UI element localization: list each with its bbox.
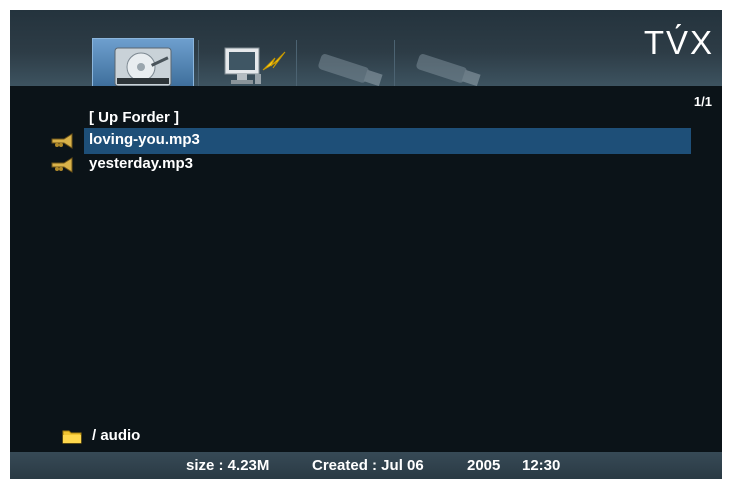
hdd-icon [114, 47, 172, 86]
brand-logo: TV́X [643, 24, 714, 61]
created-year: 2005 [467, 457, 501, 474]
file-item[interactable]: yesterday.mp3 [10, 152, 722, 176]
tab-usb-1[interactable] [300, 38, 398, 86]
up-folder-label: [ Up Forder ] [89, 109, 179, 126]
tab-pc[interactable] [204, 38, 302, 86]
trumpet-icon [51, 133, 73, 149]
tab-hard-disk[interactable] [92, 38, 194, 86]
up-folder-item[interactable]: [ Up Forder ] [10, 106, 722, 130]
path-label: / audio [92, 427, 141, 444]
file-name: loving-you.mp3 [89, 131, 200, 148]
created-date: Created : Jul 06 [312, 457, 424, 474]
usb-icon [416, 54, 481, 86]
file-name: yesterday.mp3 [89, 155, 193, 172]
file-size: size : 4.23M [186, 457, 270, 474]
status-bar: size : 4.23M Created : Jul 06 2005 12:30 [10, 452, 722, 479]
file-item[interactable]: loving-you.mp3 [10, 128, 722, 154]
folder-icon [62, 430, 82, 444]
pc-network-icon [224, 47, 286, 84]
media-player-screen: TV́X 1/1 [ Up Forder ] loving-you.mp3 ye… [10, 10, 722, 479]
usb-icon [318, 54, 383, 86]
trumpet-icon [51, 157, 73, 173]
device-tab-bar: TV́X [10, 10, 722, 86]
created-time: 12:30 [522, 457, 561, 474]
tab-usb-2[interactable] [398, 38, 496, 86]
